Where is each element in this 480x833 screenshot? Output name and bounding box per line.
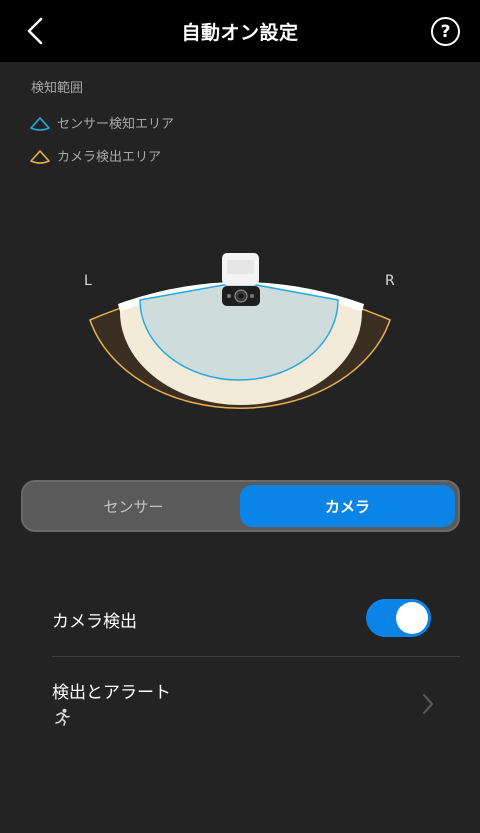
camera-detection-toggle[interactable]: [366, 599, 431, 637]
right-label: R: [385, 273, 395, 289]
camera-area-icon: [30, 149, 50, 164]
toggle-knob: [396, 602, 428, 634]
mode-segmented-control: センサー カメラ: [21, 480, 460, 532]
header-bar: 自動オン設定 ?: [0, 0, 480, 62]
camera-detection-label: カメラ検出: [52, 612, 137, 632]
detection-alert-row[interactable]: 検出とアラート: [0, 660, 480, 750]
detection-range-title: 検知範囲: [31, 81, 84, 96]
detection-range-diagram: [89, 253, 391, 410]
sensor-area-icon: [30, 116, 50, 131]
legend-sensor: センサー検知エリア: [29, 113, 174, 132]
legend-sensor-label: センサー検知エリア: [57, 117, 175, 132]
chevron-right-icon: [423, 694, 433, 714]
running-person-icon: [55, 708, 70, 726]
tab-sensor[interactable]: センサー: [26, 485, 241, 527]
detection-alert-label: 検出とアラート: [52, 683, 171, 703]
divider: [52, 656, 460, 657]
help-button[interactable]: ?: [431, 17, 460, 46]
left-label: L: [84, 273, 92, 289]
page-title: 自動オン設定: [181, 22, 299, 44]
tab-camera[interactable]: カメラ: [240, 485, 455, 527]
legend-camera-label: カメラ検出エリア: [57, 150, 162, 165]
legend-camera: カメラ検出エリア: [29, 146, 161, 165]
